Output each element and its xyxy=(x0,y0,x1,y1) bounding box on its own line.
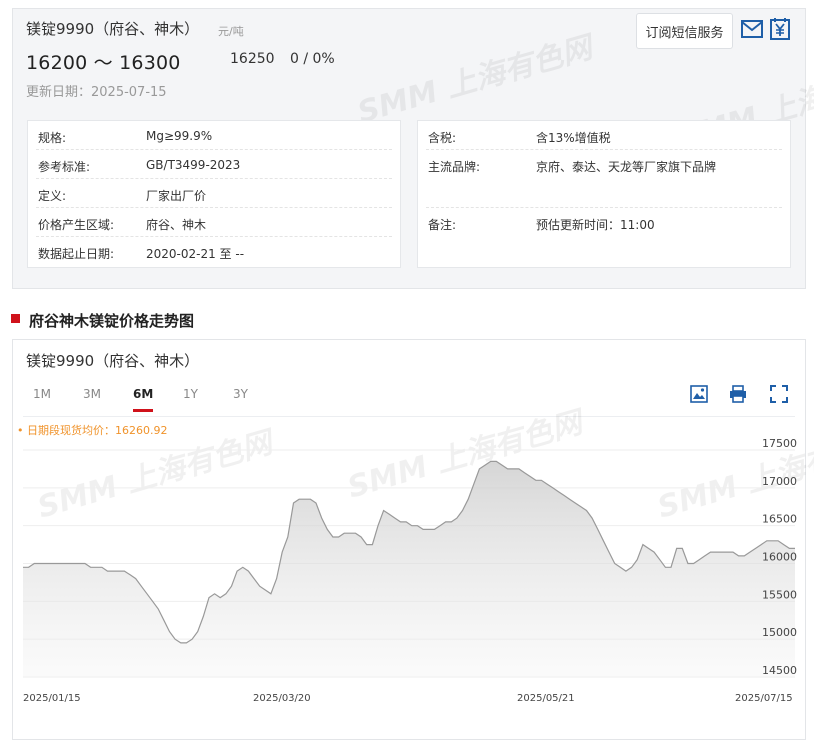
chart-title: 镁锭9990（府谷、神木） xyxy=(26,352,200,370)
y-tick-label: 17000 xyxy=(762,475,797,488)
spec-row: 参考标准: GB/T3499-2023 xyxy=(36,150,392,179)
spec-label: 备注: xyxy=(428,218,457,232)
spec-row: 规格: Mg≥99.9% xyxy=(36,121,392,150)
invoice-yen-icon[interactable] xyxy=(769,18,791,40)
spec-label: 含税: xyxy=(428,131,457,145)
spec-label: 定义: xyxy=(38,189,67,203)
tab-1y[interactable]: 1Y xyxy=(183,387,233,407)
price-range: 16200 ～ 16300 xyxy=(26,52,181,74)
price-trend-chart: 14500 15000 15500 16000 16500 17000 17500 2025/… xyxy=(23,437,797,704)
spec-row: 备注: 预估更新时间：11:00 xyxy=(426,208,782,237)
x-tick-label: 2025/07/15 xyxy=(735,693,793,704)
spec-value: Mg≥99.9% xyxy=(146,129,213,143)
spec-value: 含13%增值税 xyxy=(536,131,611,145)
spec-label: 主流品牌: xyxy=(428,160,481,174)
price-info-panel: SMM 上海有色网 SMM 上海有色网 镁锭9990（府谷、神木） 元/吨 16… xyxy=(12,8,814,289)
mail-icon[interactable] xyxy=(741,20,763,38)
price-area-fill xyxy=(23,461,795,677)
spec-value: 厂家出厂价 xyxy=(146,189,207,203)
section-marker xyxy=(11,314,20,323)
x-tick-label: 2025/05/21 xyxy=(517,693,575,704)
x-tick-label: 2025/03/20 xyxy=(253,693,311,704)
spec-value: 预估更新时间：11:00 xyxy=(536,218,655,232)
product-unit: 元/吨 xyxy=(218,25,244,38)
update-date: 更新日期：2025-07-15 xyxy=(26,85,167,100)
price-change: 0 / 0% xyxy=(290,51,335,67)
section-title-text: 府谷神木镁锭价格走势图 xyxy=(29,312,195,330)
spec-label: 参考标准: xyxy=(38,160,91,174)
spec-row: 含税: 含13%增值税 xyxy=(426,121,782,150)
spec-label: 价格产生区域: xyxy=(38,218,115,232)
spec-row: 主流品牌: 京府、泰达、天龙等厂家旗下品牌 xyxy=(426,150,782,208)
chart-panel: 镁锭9990（府谷、神木） 1M 3M 6M 1Y 3Y • 日期段现货均价：1… xyxy=(12,339,814,740)
y-tick-label: 14500 xyxy=(762,664,797,677)
y-tick-label: 17500 xyxy=(762,437,797,450)
spec-row: 定义: 厂家出厂价 xyxy=(36,179,392,208)
spec-row: 数据起止日期: 2020-02-21 至 -- xyxy=(36,237,392,267)
subscribe-sms-button[interactable]: 订阅短信服务 xyxy=(636,13,733,49)
spec-table-left: 规格: Mg≥99.9% 参考标准: GB/T3499-2023 定义: 厂家出… xyxy=(27,120,401,268)
x-tick-label: 2025/01/15 xyxy=(23,693,81,704)
tab-6m[interactable]: 6M xyxy=(133,387,183,412)
spec-label: 规格: xyxy=(38,131,67,145)
spec-value: GB/T3499-2023 xyxy=(146,158,241,172)
spec-value: 京府、泰达、天龙等厂家旗下品牌 xyxy=(536,160,717,174)
spec-table-right: 含税: 含13%增值税 主流品牌: 京府、泰达、天龙等厂家旗下品牌 备注: 预估… xyxy=(417,120,791,268)
spec-value: 府谷、神木 xyxy=(146,218,207,232)
fullscreen-icon[interactable] xyxy=(770,385,788,403)
time-range-tabs: 1M 3M 6M 1Y 3Y xyxy=(33,387,283,412)
product-title: 镁锭9990（府谷、神木） xyxy=(26,20,200,38)
watermark: SMM 上海有色网 xyxy=(353,30,596,131)
spec-row: 价格产生区域: 府谷、神木 xyxy=(36,208,392,237)
spec-value: 2020-02-21 至 -- xyxy=(146,247,245,261)
tab-3m[interactable]: 3M xyxy=(83,387,133,407)
print-icon[interactable] xyxy=(729,385,747,403)
tab-1m[interactable]: 1M xyxy=(33,387,83,407)
tab-3y[interactable]: 3Y xyxy=(233,387,283,407)
y-tick-label: 15000 xyxy=(762,626,797,639)
average-price: 16250 xyxy=(230,51,275,67)
spec-label: 数据起止日期: xyxy=(38,247,115,261)
y-tick-label: 16000 xyxy=(762,551,797,564)
download-image-icon[interactable] xyxy=(690,385,708,403)
y-tick-label: 15500 xyxy=(762,588,797,601)
divider xyxy=(23,416,795,417)
y-tick-label: 16500 xyxy=(762,513,797,526)
section-title: 府谷神木镁锭价格走势图 xyxy=(11,310,194,331)
